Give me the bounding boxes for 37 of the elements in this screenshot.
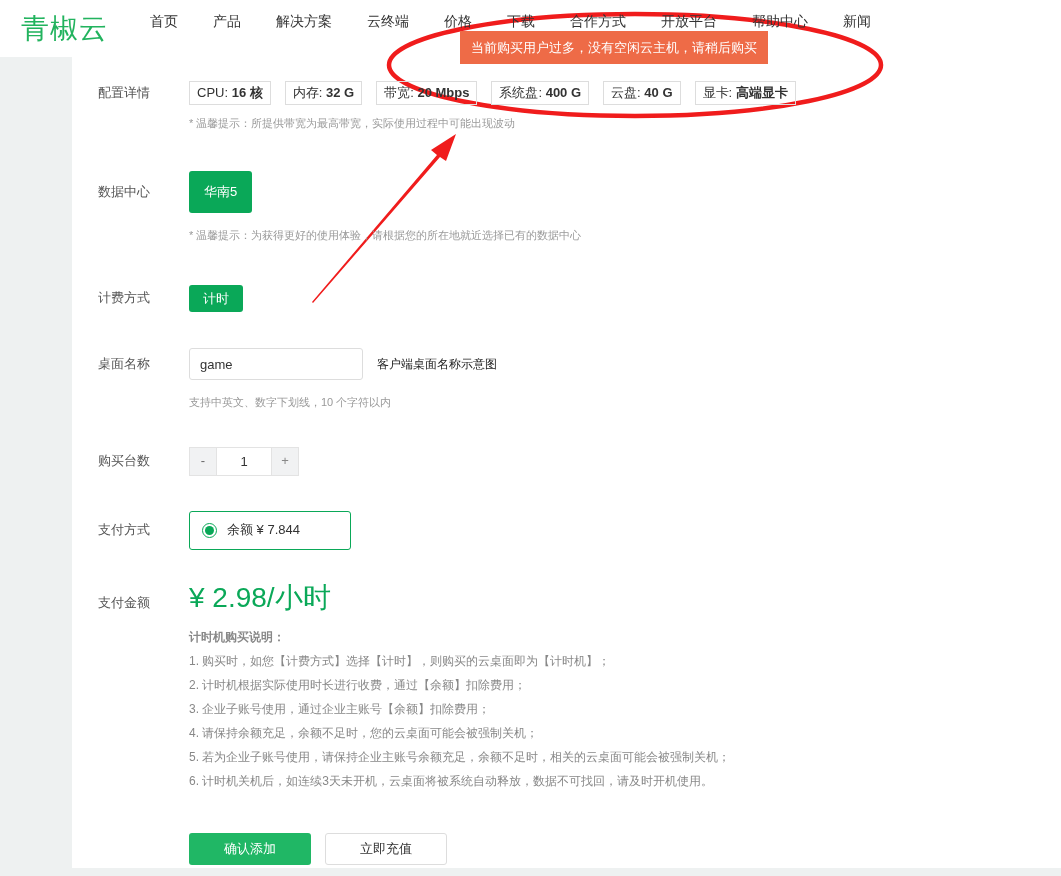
spec-tag: 系统盘: 400 G [491, 81, 590, 105]
action-button[interactable]: 立即充值 [325, 832, 447, 865]
hint-text: 支持中英文、数字下划线，10 个字符以内 [189, 395, 393, 410]
note-text: 4. 请保持余额充足，余额不足时，您的云桌面可能会被强制关机； [189, 724, 540, 742]
note-text: 6. 计时机关机后，如连续3天未开机，云桌面将被系统自动释放，数据不可找回，请及时开机使用。 [189, 772, 714, 790]
spec-tag: CPU: 16 核 [189, 81, 271, 105]
field-label: 桌面名称 [98, 355, 151, 373]
name-input[interactable]: game [189, 348, 363, 380]
nav-link[interactable]: 产品 [213, 13, 241, 29]
field-label: 数据中心 [98, 182, 151, 201]
field-label: 支付金额 [98, 593, 151, 612]
field-label: 支付方式 [98, 520, 151, 539]
hint-text: * 温馨提示：为获得更好的使用体验，请根据您的所在地就近选择已有的数据中心 [189, 227, 582, 243]
nav-link[interactable]: 解决方案 [276, 13, 332, 29]
nav-link[interactable]: 云终端 [367, 13, 409, 29]
minus-button[interactable]: - [189, 446, 217, 476]
note-text: 2. 计时机根据实际使用时长进行收费，通过【余额】扣除费用； [189, 676, 528, 694]
note-text: 1. 购买时，如您【计费方式】选择【计时】，则购买的云桌面即为【计时机】； [189, 652, 612, 670]
note-text: 5. 若为企业子账号使用，请保持企业主账号余额充足，余额不足时，相关的云桌面可能会被强制关机； [189, 748, 732, 766]
nav-link[interactable]: 新闻 [843, 13, 871, 29]
field-label: 配置详情 [98, 84, 151, 102]
nav-link[interactable]: 价格 [444, 13, 472, 29]
spec-tag: 显卡: 高端显卡 [694, 81, 796, 105]
field-label: 计费方式 [98, 289, 151, 307]
note-text: 3. 企业子账号使用，通过企业主账号【余额】扣除费用； [189, 700, 492, 718]
spec-tag: 云盘: 40 G [603, 81, 681, 105]
hint-text: * 温馨提示：所提供带宽为最高带宽，实际使用过程中可能出现波动 [189, 116, 517, 131]
field-label: 购买台数 [98, 451, 151, 470]
spec-tag: 内存: 32 G [284, 81, 363, 105]
nav-link[interactable]: 开放平台 [661, 13, 717, 29]
notes-title: 计时机购买说明： [189, 628, 286, 646]
warning-toast: 当前购买用户过多，没有空闲云主机，请稍后购买 [460, 31, 768, 64]
price-text: ¥ 2.98/小时 [189, 580, 331, 615]
preview-link[interactable]: 客户端桌面名称示意图 [377, 355, 497, 373]
nav-link[interactable]: 首页 [150, 13, 178, 29]
nav-link[interactable]: 合作方式 [570, 13, 626, 29]
payment-option[interactable]: 余额 ¥ 7.844 [189, 510, 351, 550]
